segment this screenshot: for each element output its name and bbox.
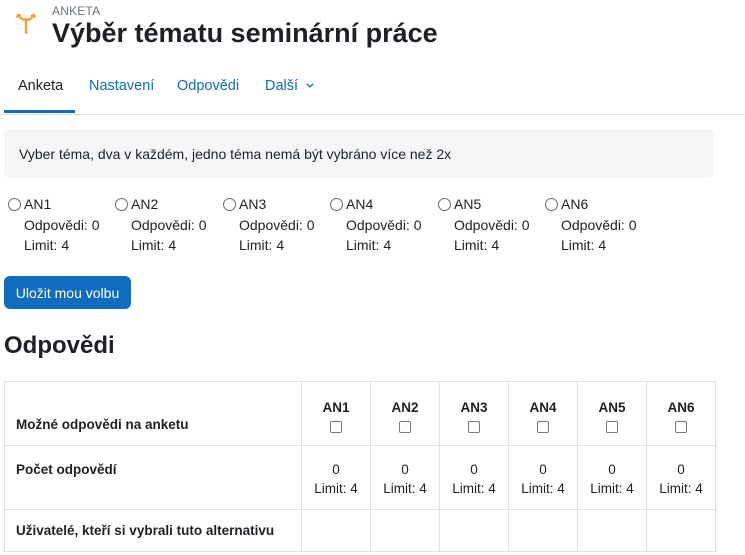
column-label: AN2 <box>391 400 419 415</box>
users-cell <box>370 509 440 552</box>
option-radio[interactable] <box>438 198 451 211</box>
option-radio[interactable] <box>330 198 343 211</box>
chevron-down-icon <box>306 83 314 88</box>
column-checkbox[interactable] <box>399 421 411 433</box>
column-an5: AN5 <box>577 381 647 446</box>
count-limit: Limit: 4 <box>314 481 358 496</box>
count-cell: 0 Limit: 4 <box>577 445 647 510</box>
users-cell <box>577 509 647 552</box>
count-value: 0 <box>608 462 616 477</box>
option-responses: Odpovědi: 0 <box>239 217 315 233</box>
option-limit: Limit: 4 <box>346 237 392 253</box>
option-label[interactable]: AN2 <box>131 196 158 212</box>
results-table: Možné odpovědi na anketu AN1 AN2 AN3 AN4… <box>4 381 716 552</box>
column-label: AN4 <box>529 400 557 415</box>
count-limit: Limit: 4 <box>590 481 634 496</box>
table-row: Uživatelé, kteří si vybrali tuto alterna… <box>4 509 716 552</box>
count-cell: 0 Limit: 4 <box>439 445 509 510</box>
intro-text: Vyber téma, dva v každém, jedno téma nem… <box>19 146 452 162</box>
column-label: AN3 <box>460 400 488 415</box>
count-limit: Limit: 4 <box>452 481 496 496</box>
column-an4: AN4 <box>508 381 578 446</box>
table-row: Možné odpovědi na anketu AN1 AN2 AN3 AN4… <box>4 381 716 446</box>
column-label: AN1 <box>322 400 350 415</box>
column-checkbox[interactable] <box>468 421 480 433</box>
intro-box: Vyber téma, dva v každém, jedno téma nem… <box>4 129 714 178</box>
option-radio[interactable] <box>115 198 128 211</box>
option-responses: Odpovědi: 0 <box>454 217 530 233</box>
option-limit: Limit: 4 <box>24 237 70 253</box>
option-label[interactable]: AN4 <box>346 196 373 212</box>
tab-more[interactable]: Další <box>265 78 314 94</box>
column-an3: AN3 <box>439 381 509 446</box>
count-value: 0 <box>470 462 478 477</box>
column-checkbox[interactable] <box>330 421 342 433</box>
tab-settings[interactable]: Nastavení <box>89 78 154 94</box>
count-value: 0 <box>332 462 340 477</box>
option-label[interactable]: AN6 <box>561 196 588 212</box>
option-responses: Odpovědi: 0 <box>24 217 100 233</box>
option-responses: Odpovědi: 0 <box>131 217 207 233</box>
option-limit: Limit: 4 <box>454 237 500 253</box>
row-label-options: Možné odpovědi na anketu <box>4 381 302 446</box>
count-limit: Limit: 4 <box>659 481 703 496</box>
option-limit: Limit: 4 <box>561 237 607 253</box>
row-label-users: Uživatelé, kteří si vybrali tuto alterna… <box>4 509 302 552</box>
column-checkbox[interactable] <box>675 421 687 433</box>
count-value: 0 <box>677 462 685 477</box>
count-limit: Limit: 4 <box>383 481 427 496</box>
users-cell <box>508 509 578 552</box>
option-radio[interactable] <box>545 198 558 211</box>
column-label: AN5 <box>598 400 626 415</box>
column-an6: AN6 <box>646 381 716 446</box>
page-title: Výběr tématu seminární práce <box>52 18 438 48</box>
option-limit: Limit: 4 <box>239 237 285 253</box>
option-radio[interactable] <box>223 198 236 211</box>
count-cell: 0 Limit: 4 <box>301 445 371 510</box>
activity-type-label: ANKETA <box>52 4 101 18</box>
option-label[interactable]: AN3 <box>239 196 266 212</box>
count-limit: Limit: 4 <box>521 481 565 496</box>
column-an1: AN1 <box>301 381 371 446</box>
results-heading: Odpovědi <box>4 332 115 359</box>
tab-more-label: Další <box>265 78 299 94</box>
count-cell: 0 Limit: 4 <box>508 445 578 510</box>
option-label[interactable]: AN5 <box>454 196 481 212</box>
users-cell <box>646 509 716 552</box>
option-responses: Odpovědi: 0 <box>561 217 637 233</box>
option-responses: Odpovědi: 0 <box>346 217 422 233</box>
active-tab-indicator <box>4 110 75 113</box>
column-checkbox[interactable] <box>606 421 618 433</box>
users-cell <box>301 509 371 552</box>
count-cell: 0 Limit: 4 <box>646 445 716 510</box>
secondary-navigation: Anketa Nastavení Odpovědi Další <box>0 60 745 115</box>
option-limit: Limit: 4 <box>131 237 177 253</box>
count-cell: 0 Limit: 4 <box>370 445 440 510</box>
tab-responses[interactable]: Odpovědi <box>177 78 239 94</box>
option-label[interactable]: AN1 <box>24 196 51 212</box>
column-label: AN6 <box>667 400 695 415</box>
column-checkbox[interactable] <box>537 421 549 433</box>
save-choice-button[interactable]: Uložit mou volbu <box>4 276 131 309</box>
row-label-count: Počet odpovědí <box>4 445 302 510</box>
column-an2: AN2 <box>370 381 440 446</box>
count-value: 0 <box>401 462 409 477</box>
count-value: 0 <box>539 462 547 477</box>
tab-anketa[interactable]: Anketa <box>18 78 63 94</box>
table-row: Počet odpovědí 0 Limit: 4 0 Limit: 4 0 Limi… <box>4 445 716 510</box>
users-cell <box>439 509 509 552</box>
option-radio[interactable] <box>8 198 21 211</box>
choice-signpost-icon <box>16 13 36 35</box>
